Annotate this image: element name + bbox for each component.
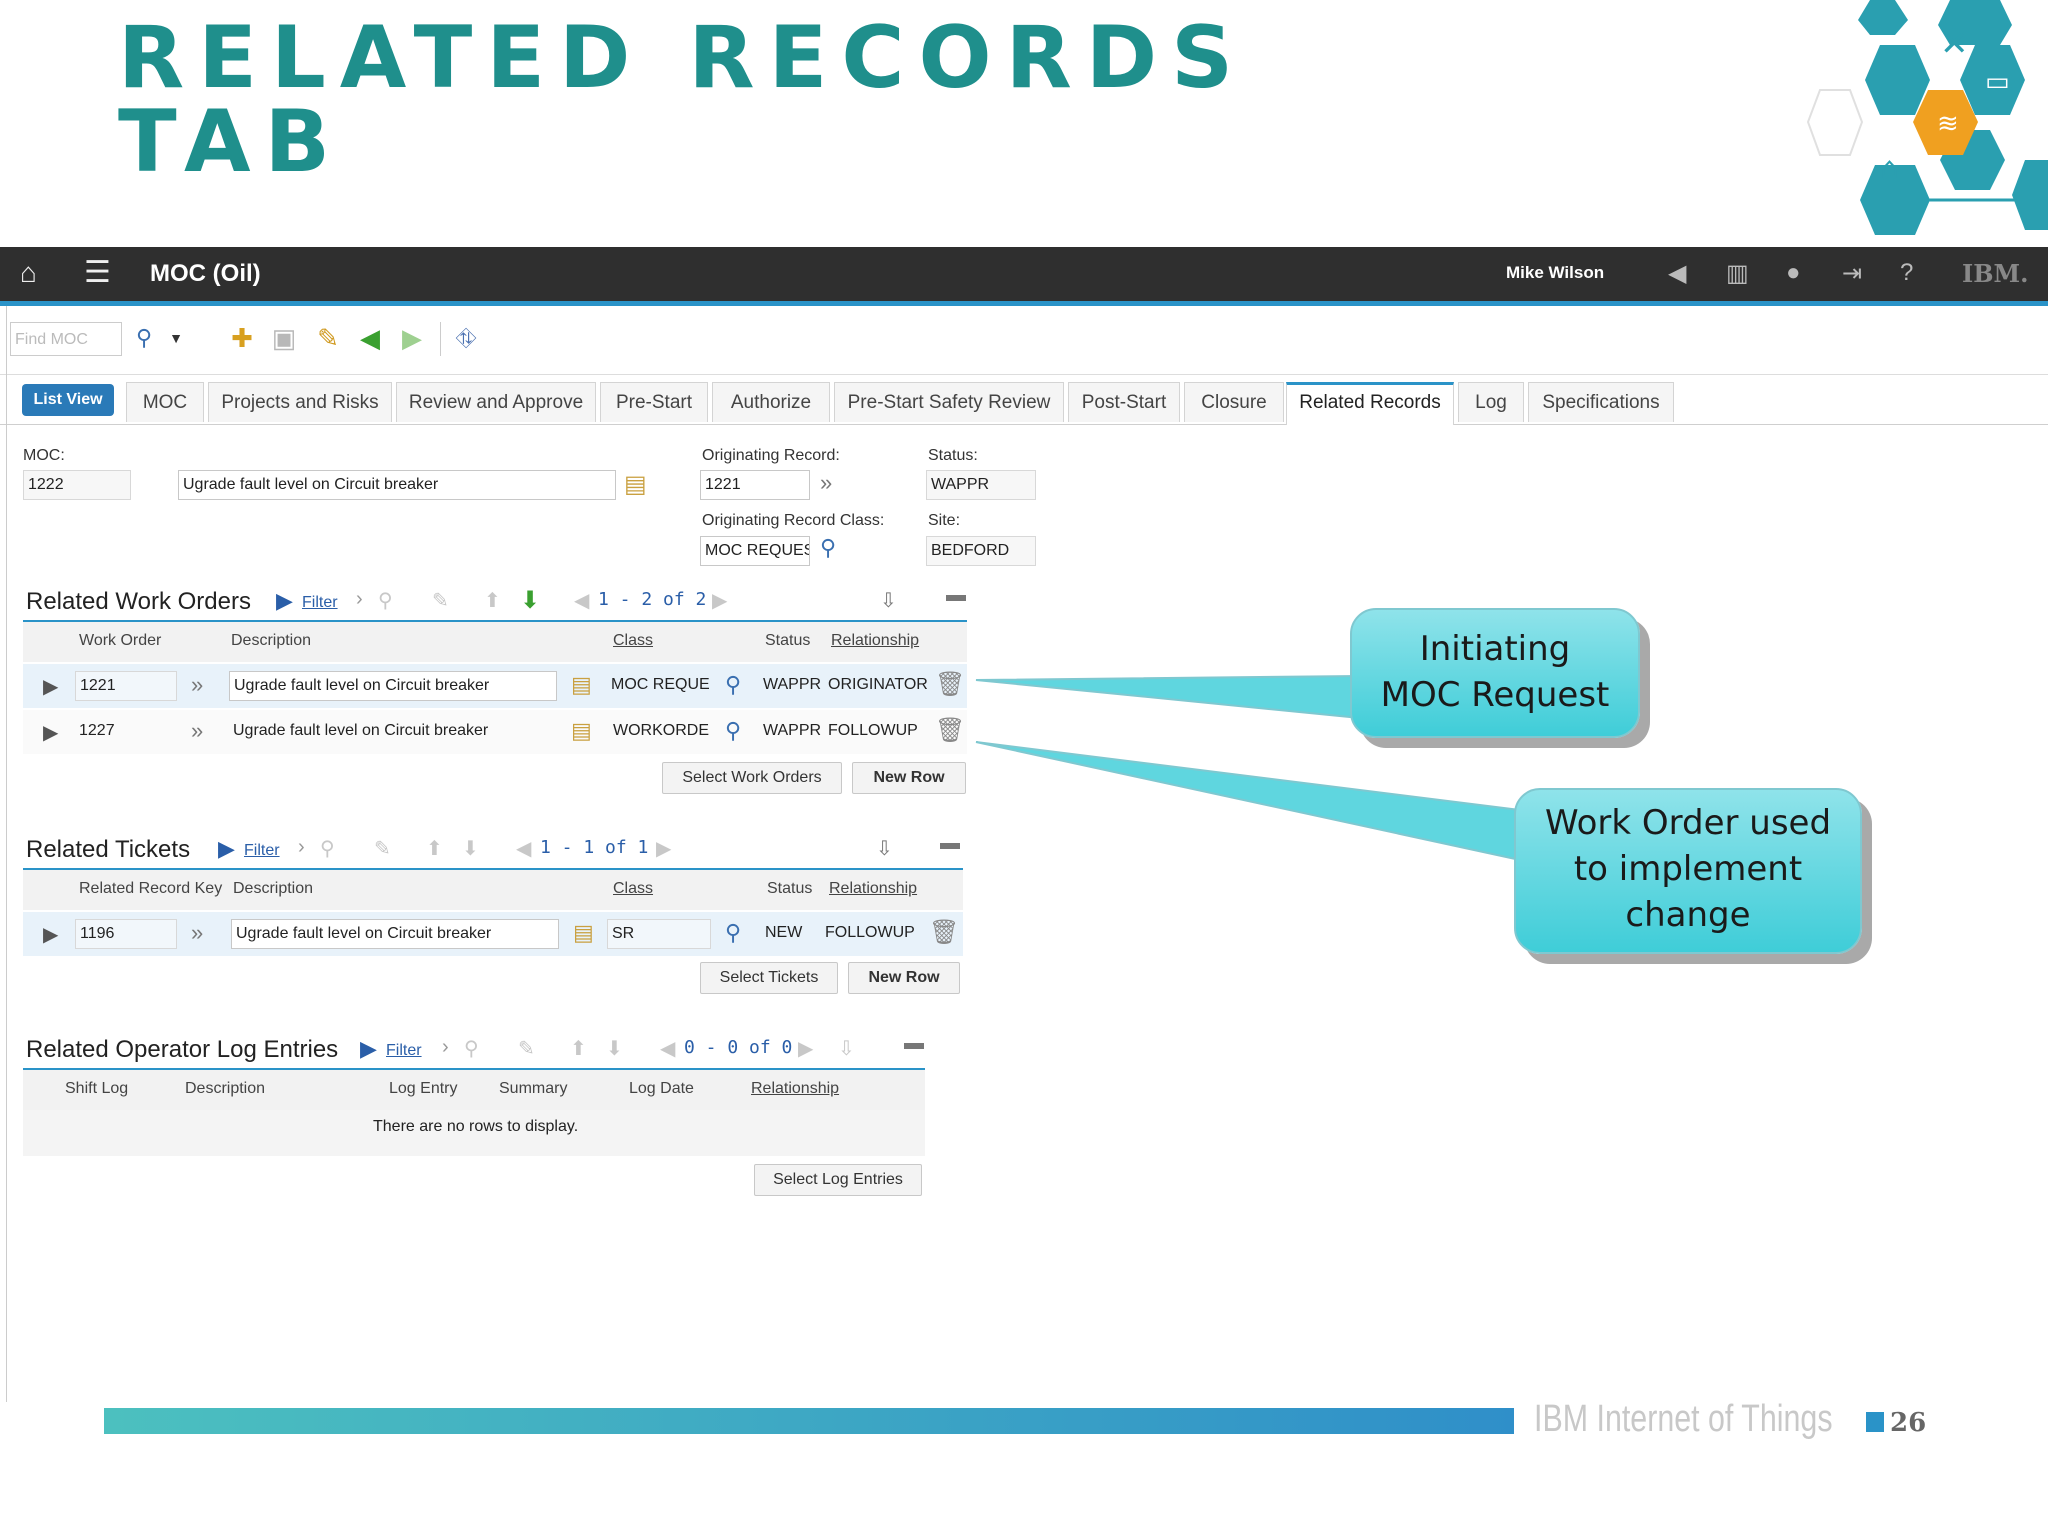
callout-1-line-1: Initiating [1419, 629, 1571, 669]
callout-pointer-1 [975, 674, 1361, 720]
left-edge-line [6, 306, 7, 1402]
page-number-marker [1866, 1412, 1884, 1432]
callout-initiating-moc-request: Initiating MOC Request [1350, 608, 1640, 738]
callout-2-line-2: to implement [1573, 849, 1803, 889]
callout-1-line-2: MOC Request [1380, 675, 1610, 715]
footer-gradient-bar [104, 1408, 1514, 1434]
callout-work-order-used: Work Order used to implement change [1514, 788, 1862, 954]
callout-2-line-1: Work Order used [1544, 803, 1832, 843]
callout-2-line-3: change [1625, 895, 1751, 935]
footer-brand: IBM Internet of Things [1534, 1398, 1833, 1440]
callout-pointers [975, 674, 1521, 862]
page-number: 26 [1890, 1408, 1927, 1438]
callout-pointer-2 [975, 741, 1521, 862]
